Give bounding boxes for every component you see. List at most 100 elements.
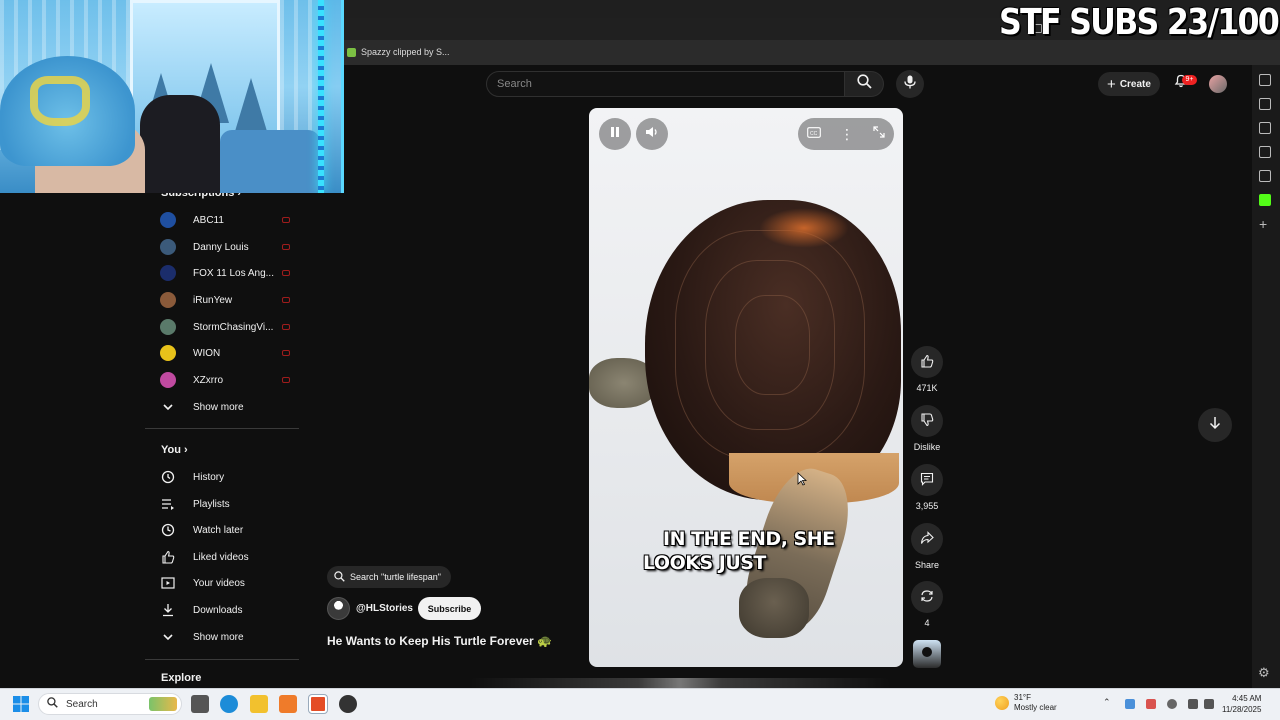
sidebar-item-label: History — [193, 471, 225, 483]
sidebar-divider — [145, 428, 299, 429]
comments-action[interactable]: 3,955 — [911, 464, 943, 511]
you-heading[interactable]: You › — [161, 444, 188, 456]
tray-chevron-up-icon[interactable]: ⌃ — [1103, 697, 1111, 708]
extension-icon[interactable] — [1259, 98, 1271, 110]
shorts-video-player[interactable]: CC ⋮ IN THE END, SHE LOOKS JUST — [589, 108, 903, 667]
suggested-search-label: Search "turtle lifespan" — [350, 572, 441, 582]
share-action[interactable]: Share — [911, 523, 943, 570]
sidebar-subscription-item[interactable]: FOX 11 Los Ang... — [160, 263, 290, 283]
task-view-icon[interactable] — [191, 695, 209, 713]
remix-button[interactable] — [911, 581, 943, 613]
volume-button[interactable] — [636, 118, 668, 150]
tray-app-icon[interactable] — [1125, 699, 1135, 709]
fullscreen-icon[interactable] — [873, 125, 885, 143]
channel-avatar-icon — [160, 292, 176, 308]
channel-avatar[interactable] — [327, 597, 350, 620]
pause-button[interactable] — [599, 118, 631, 150]
share-label: Share — [914, 560, 940, 570]
remix-action[interactable]: 4 — [911, 581, 943, 628]
webcam-curtain-right — [280, 0, 320, 150]
share-button[interactable] — [911, 523, 943, 555]
bookmark-item[interactable]: Spazzy clipped by S... — [347, 45, 450, 59]
thumbs-down-icon — [920, 413, 934, 429]
comment-count: 3,955 — [915, 501, 939, 511]
sidebar-item-label: Downloads — [193, 604, 243, 616]
voice-search-button[interactable] — [896, 70, 924, 98]
show-more-subscriptions[interactable]: Show more — [160, 397, 290, 417]
reader-icon[interactable] — [1259, 170, 1271, 182]
network-icon[interactable] — [1188, 699, 1198, 709]
user-avatar[interactable] — [1209, 75, 1227, 93]
sidebar-subscription-item[interactable]: WION — [160, 343, 290, 363]
like-count: 471K — [916, 383, 938, 393]
sidebar-subscription-item[interactable]: XZxrro — [160, 370, 290, 390]
dislike-action[interactable]: Dislike — [911, 405, 943, 452]
suggested-search-chip[interactable]: Search "turtle lifespan" — [327, 566, 451, 588]
extension-icon[interactable] — [1259, 146, 1271, 158]
sidebar-subscription-item[interactable]: iRunYew — [160, 290, 290, 310]
sidebar-item-playlists[interactable]: Playlists — [160, 494, 290, 514]
channel-avatar-icon — [160, 212, 176, 228]
edge-icon[interactable] — [220, 695, 238, 713]
comments-button[interactable] — [911, 464, 943, 496]
channel-name[interactable]: @HLStories — [356, 603, 413, 614]
remix-icon — [920, 589, 934, 605]
kick-icon[interactable] — [1259, 194, 1271, 206]
sidebar-subscription-item[interactable]: StormChasingVi... — [160, 317, 290, 337]
microphone-tray-icon[interactable] — [1167, 699, 1177, 709]
like-button[interactable] — [911, 346, 943, 378]
playlists-icon — [160, 496, 176, 512]
your-videos-icon — [160, 575, 176, 591]
windows-start-icon[interactable] — [13, 696, 29, 717]
show-more-you[interactable]: Show more — [160, 627, 290, 647]
weather-widget[interactable]: 31°F Mostly clear — [995, 693, 1057, 713]
volume-tray-icon[interactable] — [1204, 699, 1214, 709]
you-heading-label: You — [161, 444, 181, 456]
live-indicator-icon — [282, 297, 290, 303]
taskbar-search[interactable]: Search — [38, 693, 182, 715]
moon-weather-icon — [995, 696, 1009, 710]
video-title[interactable]: He Wants to Keep His Turtle Forever 🐢 — [327, 634, 552, 648]
sidebar-item-downloads[interactable]: Downloads — [160, 600, 290, 620]
next-video-button[interactable] — [1198, 408, 1232, 442]
live-indicator-icon — [282, 217, 290, 223]
extension-icon[interactable] — [1259, 74, 1271, 86]
file-explorer-icon[interactable] — [250, 695, 268, 713]
sidebar-item-your-videos[interactable]: Your videos — [160, 573, 290, 593]
subscribe-button[interactable]: Subscribe — [418, 597, 481, 620]
closed-captions-icon[interactable]: CC — [807, 125, 822, 143]
settings-gear-icon[interactable]: ⚙ — [1258, 665, 1270, 681]
create-button[interactable]: + Create — [1098, 72, 1160, 96]
add-panel-icon[interactable]: + — [1259, 216, 1267, 232]
search-button[interactable] — [845, 71, 884, 97]
notifications-badge: 9+ — [1182, 75, 1197, 85]
more-options-icon[interactable]: ⋮ — [840, 127, 854, 141]
app-icon[interactable] — [279, 695, 297, 713]
bookmark-label: Spazzy clipped by S... — [361, 47, 450, 57]
subscription-label: ABC11 — [193, 214, 224, 226]
sidebar-item-label: Liked videos — [193, 551, 249, 563]
like-action[interactable]: 471K — [911, 346, 943, 393]
sidebar-subscription-item[interactable]: ABC11 — [160, 210, 290, 230]
taskbar-clock[interactable]: 4:45 AM 11/28/2025 — [1222, 693, 1261, 715]
create-label: Create — [1119, 78, 1151, 90]
stf-subs-counter: STF SUBS 23/100 — [998, 2, 1280, 43]
clock-time: 4:45 AM — [1232, 694, 1262, 703]
sound-channel-thumbnail[interactable] — [913, 640, 941, 668]
chevron-down-icon — [160, 629, 176, 645]
webcam-led-strip — [318, 0, 324, 193]
sidebar-item-history[interactable]: History — [160, 467, 290, 487]
brave-browser-icon[interactable] — [309, 695, 327, 713]
history-icon — [160, 469, 176, 485]
sidebar-item-watch-later[interactable]: Watch later — [160, 520, 290, 540]
weather-description: Mostly clear — [1014, 703, 1057, 712]
obs-icon[interactable] — [339, 695, 357, 713]
sidebar-subscription-item[interactable]: Danny Louis — [160, 237, 290, 257]
dislike-button[interactable] — [911, 405, 943, 437]
tray-app-icon[interactable] — [1146, 699, 1156, 709]
player-top-controls: CC ⋮ — [798, 118, 894, 150]
video-caption-line-2: LOOKS JUST — [643, 552, 766, 574]
search-input[interactable]: Search — [486, 71, 845, 97]
extension-icon[interactable] — [1259, 122, 1271, 134]
sidebar-item-liked-videos[interactable]: Liked videos — [160, 547, 290, 567]
